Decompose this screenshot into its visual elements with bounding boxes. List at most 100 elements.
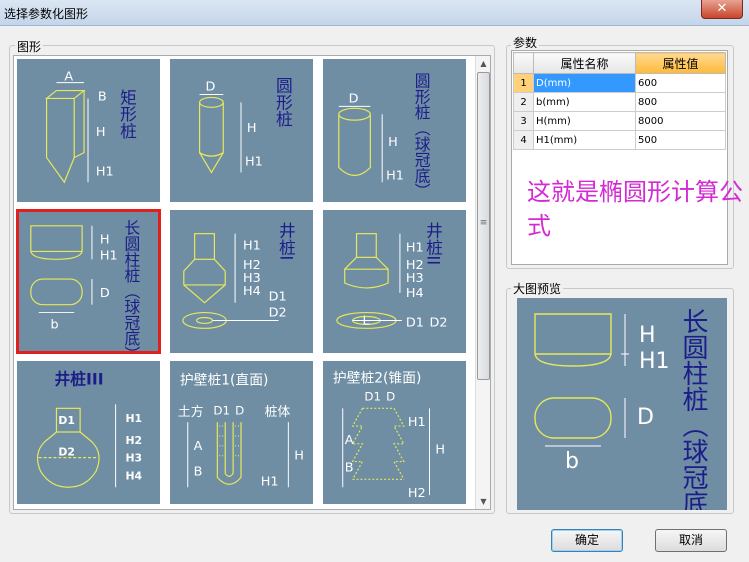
tile-label-d: D — [386, 389, 395, 403]
tile-label-d: D — [349, 91, 359, 106]
preview-title: 长圆柱桩（球冠底） — [678, 308, 708, 510]
tile-label-d: D — [100, 286, 110, 301]
tile-title: 圆形桩 — [273, 77, 293, 127]
shapes-group-label: 图形 — [15, 38, 44, 55]
preview-label-b: b — [565, 449, 579, 474]
row-name: H1(mm) — [533, 130, 636, 150]
tile-label-d1: D1 — [58, 414, 75, 427]
shape-gallery: A B H H1 矩形桩 D H H1 圆形桩 D H H1 圆形桩（球冠底） … — [13, 55, 491, 510]
params-table: 属性名称 属性值 1 D(mm) 600 2 b(mm) 800 3 H(mm)… — [513, 52, 726, 150]
tile-well-pile-3[interactable]: 井桩III D1 D2 H1 H2 H3 H4 — [16, 360, 161, 505]
tile-wall-pile-1[interactable]: 护壁桩1(直面) 土方 D1 D 桩体 A B H H1 — [169, 360, 314, 505]
tile-title: 长圆柱桩（球冠底） — [122, 220, 141, 353]
tile-label-b: b — [51, 317, 59, 332]
tile-label-a: A — [194, 439, 203, 454]
table-row[interactable]: 2 b(mm) 800 — [513, 92, 726, 112]
row-index: 2 — [513, 92, 534, 112]
tile-well-pile-2[interactable]: H1 H2 H3 H4 L D1 D2 井桩II — [322, 209, 467, 354]
tile-label-h4: H4 — [406, 286, 424, 301]
tile-well-pile-1[interactable]: H1 H2 H3 H4 D1 D2 井桩I — [169, 209, 314, 354]
wall-pile-2-diagram: 护壁桩2(锥面) D1 D A B H1 H H2 — [333, 370, 445, 501]
tile-label-h3: H3 — [406, 271, 424, 286]
tile-label-h3: H3 — [125, 452, 142, 465]
table-row[interactable]: 1 D(mm) 600 — [513, 73, 726, 93]
well-pile-1-diagram: H1 H2 H3 H4 D1 D2 井桩I — [182, 222, 296, 329]
tile-label-h: H — [294, 449, 304, 464]
tile-label-h: H — [96, 125, 106, 140]
tile-label-h1: H1 — [408, 415, 426, 430]
tile-label-h2: H2 — [408, 486, 426, 501]
tile-wall-pile-2[interactable]: 护壁桩2(锥面) D1 D A B H1 H H2 — [322, 360, 467, 505]
tile-title: 护壁桩2(锥面) — [333, 370, 422, 387]
scroll-thumb[interactable]: ≡ — [477, 72, 490, 380]
round-pile-diagram: D H H1 圆形桩 — [198, 77, 293, 174]
tile-title: 井桩III — [54, 370, 103, 389]
tile-round-pile[interactable]: D H H1 圆形桩 — [169, 58, 314, 203]
preview-diagram: H H1 D b 长圆柱桩（球冠底） — [534, 308, 708, 542]
tile-label-d1: D1 — [213, 403, 230, 417]
tile-oblong-pile-dome[interactable]: H H1 D b 长圆柱桩（球冠底） — [16, 209, 161, 354]
tile-label-h1: H1 — [100, 248, 118, 263]
tile-label-h: H — [388, 135, 398, 150]
table-row[interactable]: 3 H(mm) 8000 — [513, 111, 726, 131]
tile-label-h4: H4 — [243, 284, 261, 299]
tile-label-d2: D2 — [430, 315, 448, 330]
tile-label-h1: H1 — [243, 238, 261, 253]
row-value[interactable]: 8000 — [635, 111, 726, 131]
tile-label-a: A — [345, 433, 354, 448]
row-index: 4 — [513, 130, 534, 150]
tile-label-a: A — [64, 70, 73, 85]
tile-title: 井桩II — [423, 222, 443, 266]
tile-label-l: L — [362, 313, 370, 328]
ok-button[interactable]: 确定 — [551, 529, 623, 552]
row-index: 1 — [513, 73, 534, 93]
table-row[interactable]: 4 H1(mm) 500 — [513, 130, 726, 150]
tile-label-d: D — [235, 403, 244, 417]
tile-label-d1: D1 — [406, 315, 424, 330]
tile-label-h4: H4 — [125, 469, 142, 482]
preview-label-d: D — [637, 405, 654, 430]
tile-label-h1: H1 — [125, 412, 142, 425]
row-value[interactable]: 600 — [635, 73, 726, 93]
row-value[interactable]: 800 — [635, 92, 726, 112]
tile-label-h1: H1 — [245, 155, 263, 170]
tile-label-b: B — [345, 460, 354, 475]
row-name: H(mm) — [533, 111, 636, 131]
well-pile-3-diagram: 井桩III D1 D2 H1 H2 H3 H4 — [36, 370, 143, 488]
tile-label-b: B — [194, 464, 203, 479]
row-name: D(mm) — [533, 73, 636, 93]
tile-label-d2: D2 — [58, 446, 75, 459]
row-index: 3 — [513, 111, 534, 131]
well-pile-2-diagram: H1 H2 H3 H4 L D1 D2 井桩II — [336, 222, 448, 330]
tile-label-h: H — [100, 233, 110, 248]
tile-label-earth: 土方 — [178, 404, 204, 420]
tile-label-h1: H1 — [386, 168, 404, 183]
preview-canvas: H H1 D b 长圆柱桩（球冠底） — [517, 298, 727, 542]
tile-label-h: H — [247, 121, 257, 136]
tile-title: 护壁桩1(直面) — [180, 372, 269, 389]
col-header-name[interactable]: 属性名称 — [533, 52, 636, 74]
preview-label-h1: H1 — [639, 349, 670, 374]
tile-label-h1: H1 — [406, 240, 424, 255]
wall-pile-1-diagram: 护壁桩1(直面) 土方 D1 D 桩体 A B H H1 — [178, 372, 304, 490]
gallery-scrollbar[interactable]: ▲ ≡ ▼ — [475, 56, 490, 509]
row-name: b(mm) — [533, 92, 636, 112]
tile-rect-pile[interactable]: A B H H1 矩形桩 — [16, 58, 161, 203]
tile-label-h1: H1 — [96, 164, 114, 179]
col-header-value[interactable]: 属性值 — [635, 52, 726, 74]
col-header-index — [513, 52, 534, 74]
window-title: 选择参数化图形 — [4, 7, 89, 21]
tile-round-pile-dome[interactable]: D H H1 圆形桩（球冠底） — [322, 58, 467, 203]
preview-label-h: H — [639, 323, 656, 348]
cancel-button[interactable]: 取消 — [655, 529, 727, 552]
scroll-down-icon[interactable]: ▼ — [476, 494, 491, 509]
tile-title: 圆形桩（球冠底） — [412, 73, 431, 199]
params-header-row: 属性名称 属性值 — [513, 52, 726, 74]
scroll-up-icon[interactable]: ▲ — [476, 56, 491, 71]
close-button[interactable]: ✕ — [701, 0, 743, 19]
tile-label-d1: D1 — [364, 389, 381, 403]
row-value[interactable]: 500 — [635, 130, 726, 150]
tile-label-pile-body: 桩体 — [265, 405, 291, 420]
round-pile-dome-diagram: D H H1 圆形桩（球冠底） — [338, 73, 431, 199]
oblong-pile-diagram: H H1 D b 长圆柱桩（球冠底） — [30, 220, 141, 353]
